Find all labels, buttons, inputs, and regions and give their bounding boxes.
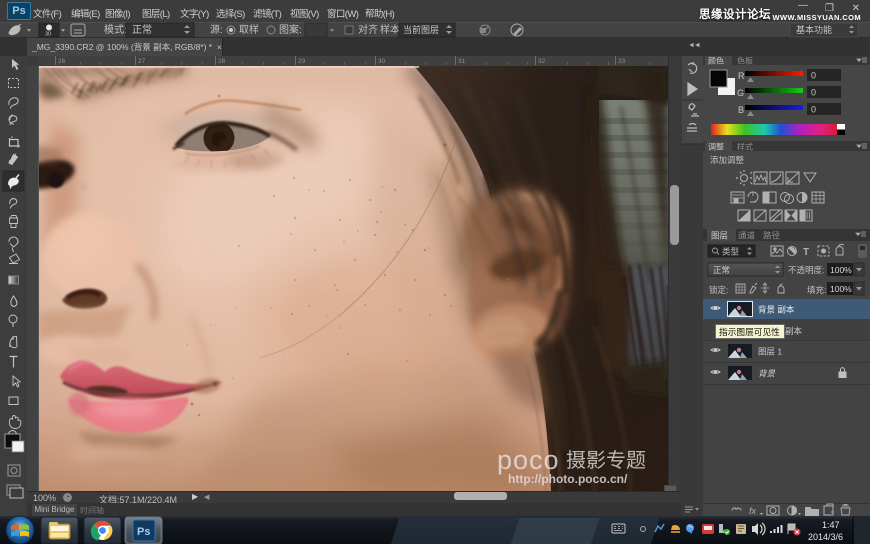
svg-text:1:47: 1:47	[822, 520, 840, 530]
svg-text:R: R	[738, 71, 745, 81]
svg-text:背景: 背景	[758, 369, 776, 379]
svg-text:30: 30	[378, 58, 386, 65]
svg-text:背景 副本: 背景 副本	[758, 305, 795, 315]
svg-text:摄影专题: 摄影专题	[566, 449, 646, 472]
svg-text:27: 27	[138, 58, 146, 65]
svg-text:不透明度:: 不透明度:	[788, 265, 824, 275]
svg-text:图案:: 图案:	[279, 23, 302, 36]
svg-text:Ps: Ps	[137, 526, 150, 538]
svg-text:锁定:: 锁定:	[709, 285, 728, 295]
svg-text:0: 0	[811, 88, 816, 98]
svg-text:33: 33	[618, 58, 626, 65]
svg-text:基本功能: 基本功能	[796, 24, 832, 35]
svg-text:32: 32	[538, 58, 546, 65]
svg-text:图层: 图层	[711, 231, 728, 241]
svg-text:调整: 调整	[708, 142, 724, 152]
svg-text:指示图层可见性: 指示图层可见性	[719, 326, 780, 337]
svg-text:26: 26	[58, 58, 66, 65]
svg-text:B: B	[738, 105, 744, 115]
svg-text:28: 28	[218, 58, 226, 65]
svg-text:样式: 样式	[737, 142, 753, 152]
svg-text:填充:: 填充:	[807, 285, 826, 295]
svg-text:类型: 类型	[722, 247, 740, 257]
svg-text:取样: 取样	[239, 23, 259, 36]
svg-text:源:: 源:	[210, 23, 223, 36]
svg-text:图层 1: 图层 1	[758, 347, 782, 357]
svg-text:poco: poco	[497, 445, 560, 475]
svg-text:通道: 通道	[738, 231, 756, 241]
svg-text:100%: 100%	[830, 265, 852, 275]
svg-text:31: 31	[458, 58, 466, 65]
svg-text:100%: 100%	[830, 284, 852, 294]
svg-text:路径: 路径	[763, 231, 781, 241]
svg-text:正常: 正常	[713, 265, 730, 275]
svg-text:G: G	[737, 88, 744, 98]
svg-text:副本: 副本	[785, 326, 803, 336]
svg-text:T: T	[803, 247, 809, 258]
svg-text:29: 29	[298, 58, 306, 65]
svg-text:2014/3/6: 2014/3/6	[808, 532, 843, 542]
svg-text:色板: 色板	[737, 56, 753, 66]
svg-text:30: 30	[45, 32, 51, 38]
svg-text:颜色: 颜色	[708, 56, 724, 66]
svg-text:正常: 正常	[132, 23, 152, 36]
svg-text:0: 0	[811, 71, 816, 81]
svg-text:0: 0	[811, 105, 816, 115]
svg-text:http://photo.poco.cn/: http://photo.poco.cn/	[508, 472, 628, 486]
svg-text:模式:: 模式:	[104, 23, 127, 36]
svg-text:当前图层: 当前图层	[403, 24, 439, 35]
svg-text:添加调整: 添加调整	[710, 155, 745, 165]
svg-text:对齐: 对齐	[358, 23, 378, 36]
